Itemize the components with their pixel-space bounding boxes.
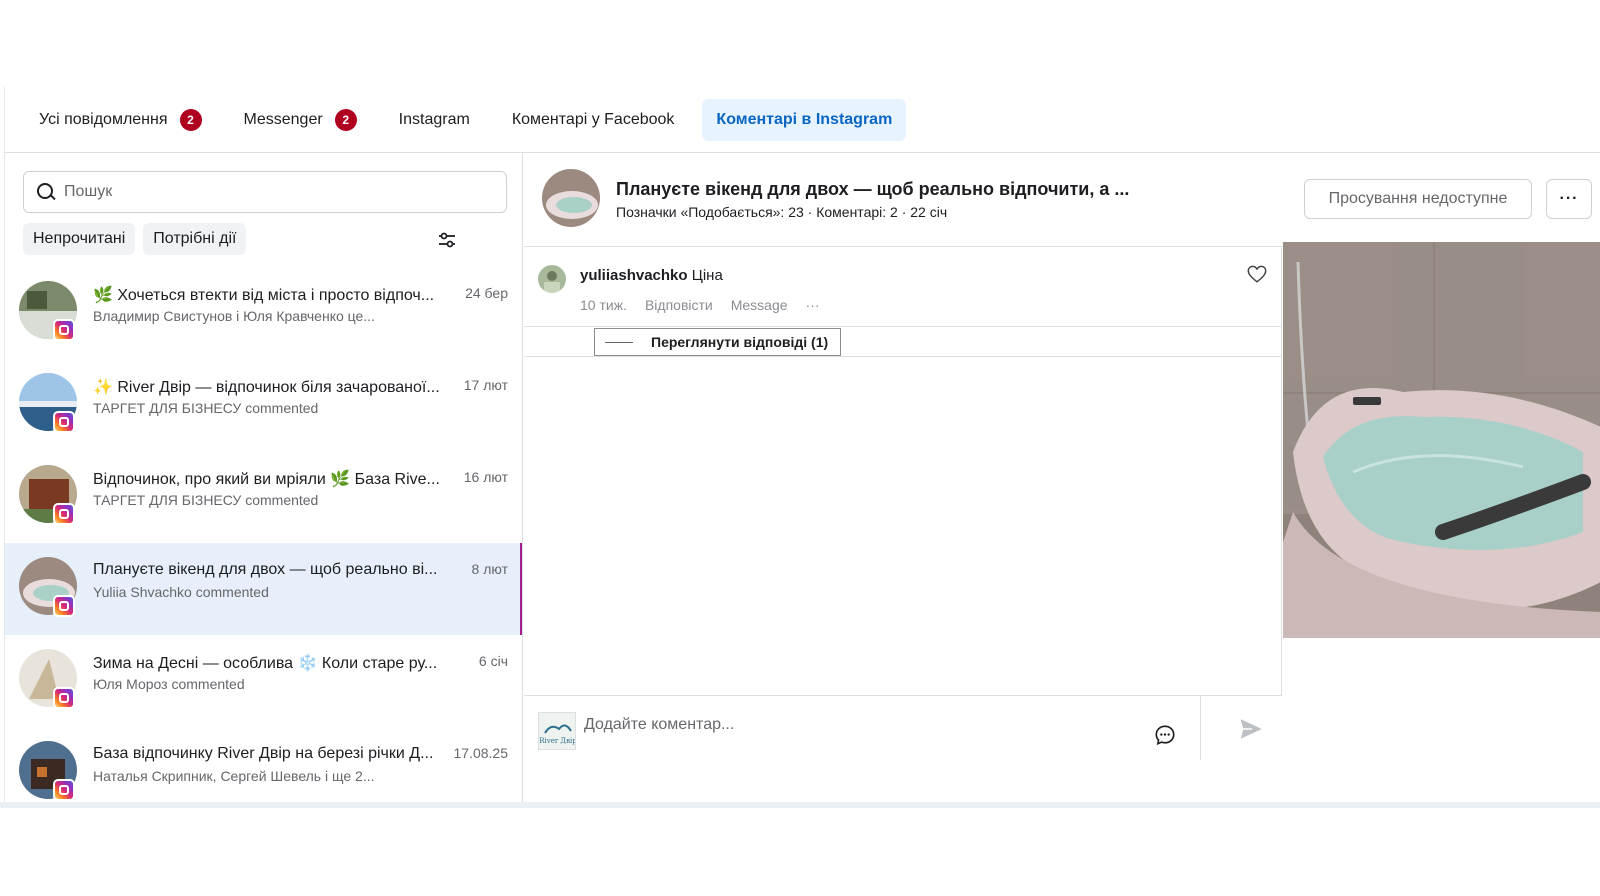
tab-label: Instagram [398, 110, 470, 128]
conversation-item[interactable]: Відпочинок, про який ви мріяли 🌿 База Ri… [5, 451, 522, 543]
tab-label: Коментарі у Facebook [511, 110, 675, 128]
conversation-subtitle: ТАРГЕТ ДЛЯ БІЗНЕСУ commented [93, 492, 319, 508]
conversation-date: 16 лют [463, 469, 508, 485]
conversation-title: База відпочинку River Двір на березі річ… [93, 745, 434, 762]
tab-facebook-comments[interactable]: Коментарі у Facebook [498, 99, 689, 141]
instagram-icon [53, 595, 75, 617]
post-image[interactable] [1283, 242, 1600, 638]
instagram-icon [53, 687, 75, 709]
comment-text: yuliiashvachko Ціна [580, 267, 723, 284]
conversation-date: 17.08.25 [453, 745, 509, 761]
tab-bar: Усі повідомлення 2 Messenger 2 Instagram… [5, 87, 1600, 153]
conversation-date: 17 лют [463, 377, 508, 393]
conversation-panel: Непрочитані Потрібні дії 🌿 Хочеться втек… [5, 153, 523, 807]
comment-composer: River Двір [524, 695, 1282, 807]
instagram-icon [53, 503, 75, 525]
conversation-date: 8 лют [471, 561, 508, 577]
message-link[interactable]: Message [731, 297, 788, 313]
conversation-title: Плануєте вікенд для двох — щоб реально в… [93, 561, 438, 578]
tab-messenger[interactable]: Messenger 2 [230, 99, 371, 141]
conversation-item[interactable]: 🌿 Хочеться втекти від міста і просто від… [5, 267, 522, 359]
search-box[interactable] [23, 171, 507, 213]
instagram-icon [53, 319, 75, 341]
tab-instagram[interactable]: Instagram [385, 99, 484, 141]
page-avatar: River Двір [538, 712, 576, 750]
tab-label: Messenger [243, 110, 323, 128]
instagram-icon [53, 779, 75, 801]
divider [1200, 696, 1201, 760]
comment-author[interactable]: yuliiashvachko [580, 267, 688, 284]
conversation-list: 🌿 Хочеться втекти від міста і просто від… [5, 267, 522, 807]
replies-row: Переглянути відповіді (1) [524, 327, 1281, 357]
heart-icon[interactable] [1246, 263, 1268, 285]
conversation-subtitle: ТАРГЕТ ДЛЯ БІЗНЕСУ commented [93, 400, 319, 416]
tab-instagram-comments[interactable]: Коментарі в Instagram [702, 98, 907, 141]
comment-item: yuliiashvachko Ціна 10 тиж. Відповісти M… [524, 247, 1281, 327]
filter-action-needed[interactable]: Потрібні дії [143, 223, 247, 255]
conversation-item[interactable]: Плануєте вікенд для двох — щоб реально в… [5, 543, 522, 635]
post-stats: Позначки «Подобається»: 23 · Коментарі: … [616, 204, 948, 220]
conversation-item[interactable]: База відпочинку River Двір на березі річ… [5, 727, 522, 807]
comment-time: 10 тиж. [580, 297, 627, 313]
post-header: Плануєте вікенд для двох — щоб реально в… [524, 153, 1600, 247]
tab-label: Усі повідомлення [39, 110, 168, 128]
view-replies-button[interactable]: Переглянути відповіді (1) [594, 328, 842, 356]
tab-label: Коментарі в Instagram [716, 110, 893, 128]
conversation-item[interactable]: ✨ River Двір — відпочинок біля зачарован… [5, 359, 522, 451]
send-icon[interactable] [1238, 716, 1264, 742]
filter-chips: Непрочитані Потрібні дії [23, 223, 247, 255]
sliders-icon[interactable] [437, 231, 457, 249]
search-icon [36, 182, 56, 202]
post-title: Плануєте вікенд для двох — щоб реально в… [616, 179, 1130, 199]
view-replies-label: Переглянути відповіді (1) [651, 334, 829, 350]
tab-all-messages[interactable]: Усі повідомлення 2 [25, 99, 216, 141]
unread-badge: 2 [179, 108, 202, 131]
unread-badge: 2 [334, 108, 357, 131]
conversation-title: ✨ River Двір — відпочинок біля зачарован… [93, 379, 440, 396]
conversation-title: Відпочинок, про який ви мріяли 🌿 База Ri… [93, 471, 440, 488]
conversation-title: 🌿 Хочеться втекти від міста і просто від… [93, 287, 435, 304]
conversation-subtitle: Наталья Скрипник, Сергей Шевель і ще 2..… [93, 768, 375, 784]
reply-link[interactable]: Відповісти [645, 297, 713, 313]
comment-input[interactable] [584, 716, 1104, 734]
conversation-title: Зима на Десні — особлива ❄️ Коли старе р… [93, 655, 438, 672]
conversation-subtitle: Юля Мороз commented [93, 676, 245, 692]
comment-body: Ціна [691, 267, 723, 284]
conversation-item[interactable]: Зима на Десні — особлива ❄️ Коли старе р… [5, 635, 522, 727]
conversation-date: 6 січ [478, 653, 508, 669]
comment-more-button[interactable]: ··· [806, 297, 820, 313]
logo-text: River Двір [539, 737, 576, 745]
comment-bubble-icon[interactable] [1154, 724, 1176, 746]
avatar[interactable] [538, 265, 566, 293]
post-thumbnail[interactable] [542, 169, 600, 227]
divider-line [605, 341, 633, 343]
more-options-button[interactable]: ··· [1546, 179, 1592, 219]
bottom-bar [0, 802, 1600, 808]
conversation-subtitle: Yuliia Shvachko commented [93, 584, 269, 600]
comments-area: yuliiashvachko Ціна 10 тиж. Відповісти M… [524, 247, 1282, 695]
search-input[interactable] [64, 183, 484, 201]
comment-actions: 10 тиж. Відповісти Message ··· [580, 297, 820, 313]
conversation-subtitle: Владимир Свистунов і Юля Кравченко це... [93, 308, 375, 324]
conversation-date: 24 бер [465, 285, 508, 301]
promote-button[interactable]: Просування недоступне [1304, 179, 1532, 219]
instagram-icon [53, 411, 75, 433]
filter-unread[interactable]: Непрочитані [23, 223, 136, 255]
inbox-app: Усі повідомлення 2 Messenger 2 Instagram… [4, 87, 1600, 807]
